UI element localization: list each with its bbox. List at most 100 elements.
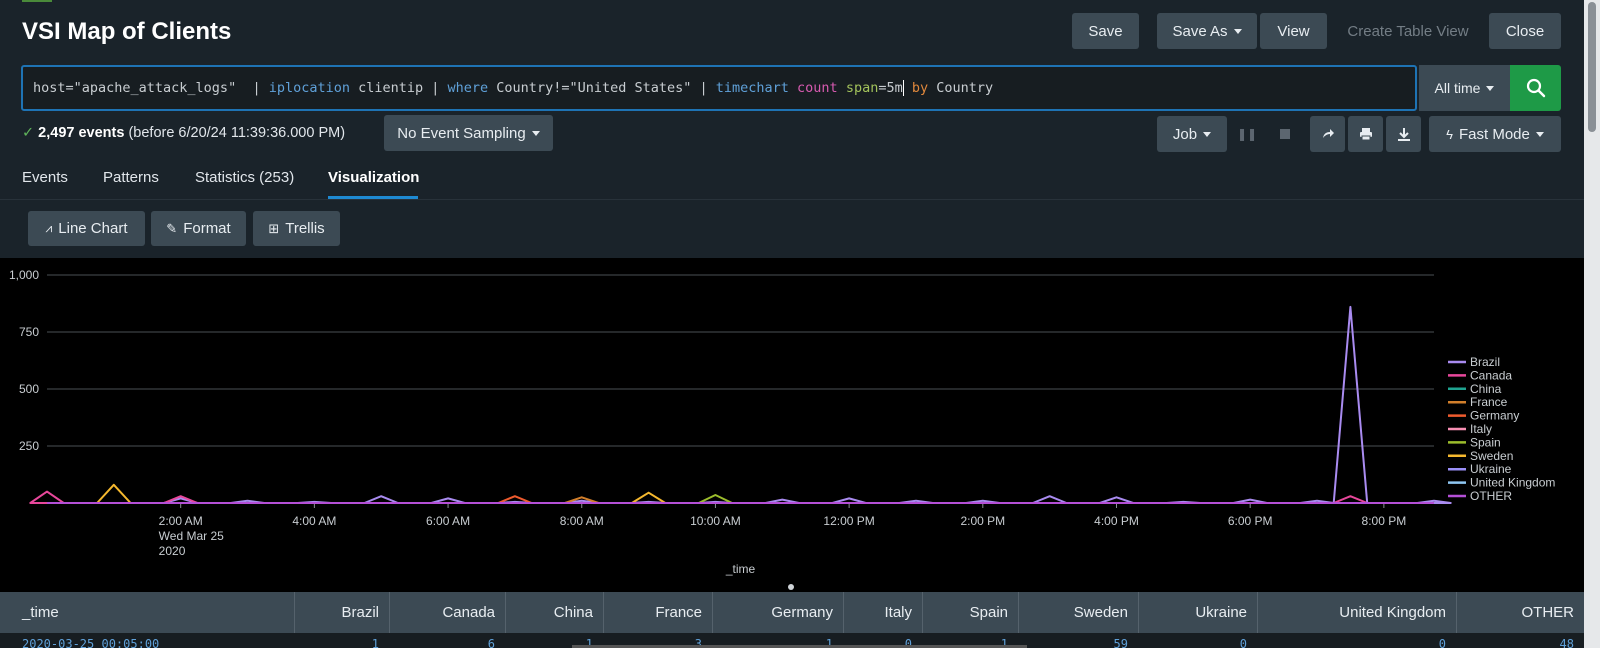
table-cell[interactable]: 59 <box>1114 637 1128 648</box>
query-token: host="apache_attack_logs" | <box>33 80 269 96</box>
export-button[interactable] <box>1386 116 1421 152</box>
event-sampling-label: No Event Sampling <box>397 124 526 142</box>
search-submit-button[interactable] <box>1510 65 1561 111</box>
pause-icon: ❚❚ <box>1236 127 1258 141</box>
chevron-down-icon <box>1203 131 1212 137</box>
legend-item[interactable]: United Kingdom <box>1470 476 1555 490</box>
legend-item[interactable]: France <box>1470 395 1508 409</box>
query-token: timechart <box>715 80 789 96</box>
table-cell[interactable]: 0 <box>1240 637 1247 648</box>
x-date-label: Wed Mar 25 <box>159 529 224 543</box>
table-cell[interactable]: 1 <box>372 637 379 648</box>
column-header[interactable]: United Kingdom <box>1257 592 1456 633</box>
chevron-down-icon <box>1233 28 1242 34</box>
table-cell[interactable]: 48 <box>1560 637 1574 648</box>
column-header[interactable]: Spain <box>922 592 1018 633</box>
close-button[interactable]: Close <box>1489 13 1561 49</box>
scrollbar-thumb[interactable] <box>1588 2 1596 132</box>
save-label: Save <box>1088 22 1123 40</box>
legend-item[interactable]: Brazil <box>1470 355 1500 369</box>
view-label: View <box>1277 22 1310 40</box>
pause-job-button[interactable]: ❚❚ <box>1235 116 1259 152</box>
table-cell[interactable]: 6 <box>488 637 495 648</box>
chart-type-button[interactable]: ⩘ Line Chart <box>28 211 145 246</box>
y-tick-label: 250 <box>19 439 39 453</box>
legend-item[interactable]: Spain <box>1470 435 1501 449</box>
trellis-button[interactable]: ⊞ Trellis <box>253 211 340 246</box>
query-token: =5m <box>878 80 903 96</box>
results-tab-bar: Events Patterns Statistics (253) Visuali… <box>0 160 1584 200</box>
tab-events[interactable]: Events <box>22 169 68 186</box>
app-accent-stripe <box>22 0 52 2</box>
event-count: 2,497 events <box>38 125 125 141</box>
column-header[interactable]: China <box>505 592 603 633</box>
x-tick-label: 2:00 AM <box>159 514 203 528</box>
column-header[interactable]: OTHER <box>1456 592 1584 633</box>
trellis-label: Trellis <box>285 220 325 237</box>
query-token: where <box>447 80 489 96</box>
x-tick-label: 8:00 AM <box>560 514 604 528</box>
x-tick-label: 4:00 PM <box>1094 514 1139 528</box>
tab-patterns[interactable]: Patterns <box>103 169 159 186</box>
pencil-icon: ✎ <box>166 220 178 236</box>
x-tick-label: 10:00 AM <box>690 514 741 528</box>
column-header[interactable]: Italy <box>843 592 922 633</box>
query-token: Country <box>928 80 994 96</box>
legend-item[interactable]: Canada <box>1470 368 1512 382</box>
stop-job-button[interactable] <box>1273 116 1297 152</box>
x-tick-label: 6:00 PM <box>1228 514 1273 528</box>
column-header[interactable]: Germany <box>712 592 843 633</box>
format-button[interactable]: ✎ Format <box>151 211 246 246</box>
legend-item[interactable]: Sweden <box>1470 449 1513 463</box>
page-title: VSI Map of Clients <box>22 18 232 45</box>
legend-item[interactable]: Italy <box>1470 422 1492 436</box>
grid-icon: ⊞ <box>268 220 280 236</box>
column-header[interactable]: _time <box>0 592 294 633</box>
chart-panel: 1,000 750 500 250 2:00 AM 4:00 AM 6:00 AM 8:00 … <box>0 258 1584 592</box>
save-as-button[interactable]: Save As <box>1157 13 1257 49</box>
column-header[interactable]: France <box>603 592 712 633</box>
legend-item[interactable]: OTHER <box>1470 489 1512 503</box>
event-sampling-dropdown[interactable]: No Event Sampling <box>384 115 553 151</box>
search-mode-dropdown[interactable]: ϟ Fast Mode <box>1429 116 1561 152</box>
column-header[interactable]: Sweden <box>1018 592 1138 633</box>
format-label: Format <box>183 220 231 237</box>
x-tick-label: 2:00 PM <box>960 514 1005 528</box>
search-query-input[interactable]: host="apache_attack_logs" | iplocation c… <box>21 65 1417 111</box>
save-button[interactable]: Save <box>1072 13 1139 49</box>
time-range-picker[interactable]: All time <box>1419 65 1510 111</box>
job-menu-label: Job <box>1172 125 1198 143</box>
x-tick-label: 4:00 AM <box>292 514 336 528</box>
legend-item[interactable]: Germany <box>1470 409 1519 423</box>
y-tick-label: 750 <box>19 325 39 339</box>
y-tick-label: 1,000 <box>9 268 39 282</box>
query-token: clientip | <box>349 80 448 96</box>
create-table-view-button[interactable]: Create Table View <box>1338 13 1478 49</box>
legend-item[interactable]: China <box>1470 382 1502 396</box>
legend-item[interactable]: Ukraine <box>1470 462 1512 476</box>
x-tick-label: 12:00 PM <box>823 514 874 528</box>
x-axis-title: _time <box>725 562 756 576</box>
column-header[interactable]: Ukraine <box>1138 592 1257 633</box>
column-header[interactable]: Canada <box>389 592 505 633</box>
export-icon <box>1397 128 1410 141</box>
table-cell[interactable]: 0 <box>1439 637 1446 648</box>
x-tick-label: 6:00 AM <box>426 514 470 528</box>
active-tab-indicator <box>328 196 418 199</box>
query-token: Country!="United States" | <box>488 80 716 96</box>
share-icon <box>1322 129 1334 138</box>
y-tick-label: 500 <box>19 382 39 396</box>
search-icon <box>1526 78 1545 98</box>
save-as-label: Save As <box>1172 22 1228 40</box>
tab-statistics[interactable]: Statistics (253) <box>195 169 294 186</box>
view-button[interactable]: View <box>1260 13 1327 49</box>
x-tick-label: 8:00 PM <box>1362 514 1407 528</box>
splunk-search-page: VSI Map of Clients Save Save As View Cre… <box>0 0 1600 648</box>
share-button[interactable] <box>1310 116 1345 152</box>
job-menu-button[interactable]: Job <box>1157 116 1227 152</box>
job-status-text: ✓ 2,497 events (before 6/20/24 11:39:36.0… <box>22 125 345 141</box>
chart-resize-handle[interactable] <box>788 584 794 590</box>
tab-visualization[interactable]: Visualization <box>328 169 419 186</box>
column-header[interactable]: Brazil <box>294 592 389 633</box>
print-button[interactable] <box>1348 116 1383 152</box>
